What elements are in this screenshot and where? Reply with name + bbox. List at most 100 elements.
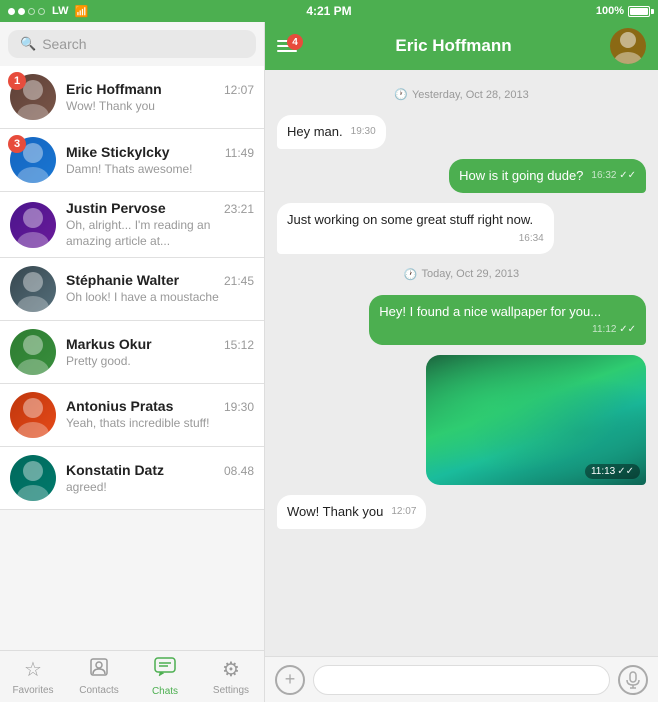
contacts-icon xyxy=(89,657,109,682)
signal-area: LW 📶 xyxy=(8,5,88,18)
chat-input-bar: + xyxy=(265,656,658,702)
chat-info-7: Konstatin Datz 08.48 agreed! xyxy=(66,462,254,494)
battery-area: 100% xyxy=(596,5,650,17)
chat-preview-7: agreed! xyxy=(66,480,254,494)
status-bar: LW 📶 4:21 PM 100% xyxy=(0,0,658,22)
date-divider-2: 🕐 Today, Oct 29, 2013 xyxy=(277,268,646,281)
chat-item-1[interactable]: 1 Eric Hoffmann 12:07 Wow! Thank you xyxy=(0,66,264,129)
message-text-3: Just working on some great stuff right n… xyxy=(287,212,533,227)
chat-name-4: Stéphanie Walter xyxy=(66,272,179,288)
image-bubble: 11:13 ✓✓ xyxy=(426,355,646,485)
signal-dot-2 xyxy=(18,8,25,15)
chat-preview-4: Oh look! I have a moustache xyxy=(66,290,254,306)
search-placeholder: Search xyxy=(42,36,86,52)
battery-icon xyxy=(628,6,650,17)
bubble-sent-4: Hey! I found a nice wallpaper for you...… xyxy=(369,295,646,345)
chat-time-6: 19:30 xyxy=(224,400,254,414)
tab-contacts[interactable]: Contacts xyxy=(66,651,132,702)
date-label-2: Today, Oct 29, 2013 xyxy=(422,268,520,280)
chat-time-2: 11:49 xyxy=(225,146,254,160)
bubble-received-5: Wow! Thank you 12:07 xyxy=(277,495,426,529)
checkmarks-4: ✓✓ xyxy=(619,324,636,335)
message-text-4: Hey! I found a nice wallpaper for you... xyxy=(379,304,601,319)
chat-item-7[interactable]: Konstatin Datz 08.48 agreed! xyxy=(0,447,264,510)
tab-favorites[interactable]: ☆ Favorites xyxy=(0,651,66,702)
avatar-wrap-2: 3 xyxy=(10,137,56,183)
message-row-image: 11:13 ✓✓ xyxy=(277,355,646,485)
signal-dot-4 xyxy=(38,8,45,15)
chat-name-7: Konstatin Datz xyxy=(66,462,164,478)
avatar-silhouette-7 xyxy=(10,455,56,501)
avatar-wrap-1: 1 xyxy=(10,74,56,120)
chat-item-5[interactable]: Markus Okur 15:12 Pretty good. xyxy=(0,321,264,384)
avatar-wrap-6 xyxy=(10,392,56,438)
main-content: 🔍 Search 1 Eric Hoffmann xyxy=(0,22,658,702)
badge-1: 1 xyxy=(8,72,26,90)
mic-icon xyxy=(626,671,640,689)
chat-info-1: Eric Hoffmann 12:07 Wow! Thank you xyxy=(66,81,254,113)
chat-time-1: 12:07 xyxy=(224,83,254,97)
settings-icon: ⚙ xyxy=(222,657,240,682)
avatar-wrap-4 xyxy=(10,266,56,312)
image-checkmarks: ✓✓ xyxy=(617,466,634,477)
chat-name-1: Eric Hoffmann xyxy=(66,81,162,97)
checkmarks-2: ✓✓ xyxy=(619,170,636,181)
menu-button[interactable]: 4 xyxy=(277,40,297,52)
image-time: 11:13 xyxy=(591,466,615,477)
avatar-wrap-7 xyxy=(10,455,56,501)
avatar-6 xyxy=(10,392,56,438)
menu-line-3 xyxy=(277,50,297,52)
search-bar[interactable]: 🔍 Search xyxy=(8,30,256,58)
avatar-5 xyxy=(10,329,56,375)
date-label-1: Yesterday, Oct 28, 2013 xyxy=(412,89,529,101)
avatar-wrap-3 xyxy=(10,202,56,248)
avatar-silhouette-5 xyxy=(10,329,56,375)
wifi-icon: 📶 xyxy=(75,5,89,18)
chat-info-2: Mike Stickylcky 11:49 Damn! Thats awesom… xyxy=(66,144,254,176)
tab-contacts-label: Contacts xyxy=(79,685,118,696)
right-panel: 4 Eric Hoffmann 🕐 Yesterday, Oct 28, 201… xyxy=(265,22,658,702)
contact-avatar[interactable] xyxy=(610,28,646,64)
image-bubble-inner: 11:13 ✓✓ xyxy=(426,355,646,485)
chat-name-5: Markus Okur xyxy=(66,336,152,352)
chat-info-4: Stéphanie Walter 21:45 Oh look! I have a… xyxy=(66,272,254,306)
avatar-4 xyxy=(10,266,56,312)
chat-item-3[interactable]: Justin Pervose 23:21 Oh, alright... I'm … xyxy=(0,192,264,258)
battery-label: 100% xyxy=(596,5,624,17)
left-panel: 🔍 Search 1 Eric Hoffmann xyxy=(0,22,265,702)
message-time-4: 11:12 ✓✓ xyxy=(592,323,636,337)
chat-preview-6: Yeah, thats incredible stuff! xyxy=(66,416,254,432)
message-text-2: How is it going dude? xyxy=(459,168,583,183)
tab-chats[interactable]: Chats xyxy=(132,651,198,702)
bottom-tabs: ☆ Favorites Contacts Chats ⚙ Settings xyxy=(0,650,264,702)
tab-settings-label: Settings xyxy=(213,685,249,696)
image-time-badge: 11:13 ✓✓ xyxy=(585,464,640,479)
chat-item-6[interactable]: Antonius Pratas 19:30 Yeah, thats incred… xyxy=(0,384,264,447)
bubble-sent-2: How is it going dude? 16:32 ✓✓ xyxy=(449,159,646,193)
avatar-3 xyxy=(10,202,56,248)
chat-list: 1 Eric Hoffmann 12:07 Wow! Thank you xyxy=(0,66,264,650)
chat-name-3: Justin Pervose xyxy=(66,200,166,216)
chat-item-2[interactable]: 3 Mike Stickylcky 11:49 Damn! Thats awes… xyxy=(0,129,264,192)
avatar-silhouette-3 xyxy=(10,202,56,248)
chat-info-6: Antonius Pratas 19:30 Yeah, thats incred… xyxy=(66,398,254,432)
chat-time-7: 08.48 xyxy=(224,464,254,478)
tab-chats-label: Chats xyxy=(152,686,178,697)
chat-preview-3: Oh, alright... I'm reading an amazing ar… xyxy=(66,218,254,249)
favorites-icon: ☆ xyxy=(24,657,42,682)
message-row-3: Just working on some great stuff right n… xyxy=(277,203,646,253)
mic-button[interactable] xyxy=(618,665,648,695)
chat-preview-5: Pretty good. xyxy=(66,354,254,368)
status-time: 4:21 PM xyxy=(306,4,351,18)
bubble-received-3: Just working on some great stuff right n… xyxy=(277,203,554,253)
add-button[interactable]: + xyxy=(275,665,305,695)
date-divider-1: 🕐 Yesterday, Oct 28, 2013 xyxy=(277,88,646,101)
clock-icon-2: 🕐 xyxy=(404,268,418,281)
avatar-silhouette-6 xyxy=(10,392,56,438)
bubble-received-1: Hey man. 19:30 xyxy=(277,115,386,149)
tab-settings[interactable]: ⚙ Settings xyxy=(198,651,264,702)
message-row-2: How is it going dude? 16:32 ✓✓ xyxy=(277,159,646,193)
avatar-silhouette-4 xyxy=(10,266,56,312)
message-input[interactable] xyxy=(313,665,610,695)
chat-item-4[interactable]: Stéphanie Walter 21:45 Oh look! I have a… xyxy=(0,258,264,321)
